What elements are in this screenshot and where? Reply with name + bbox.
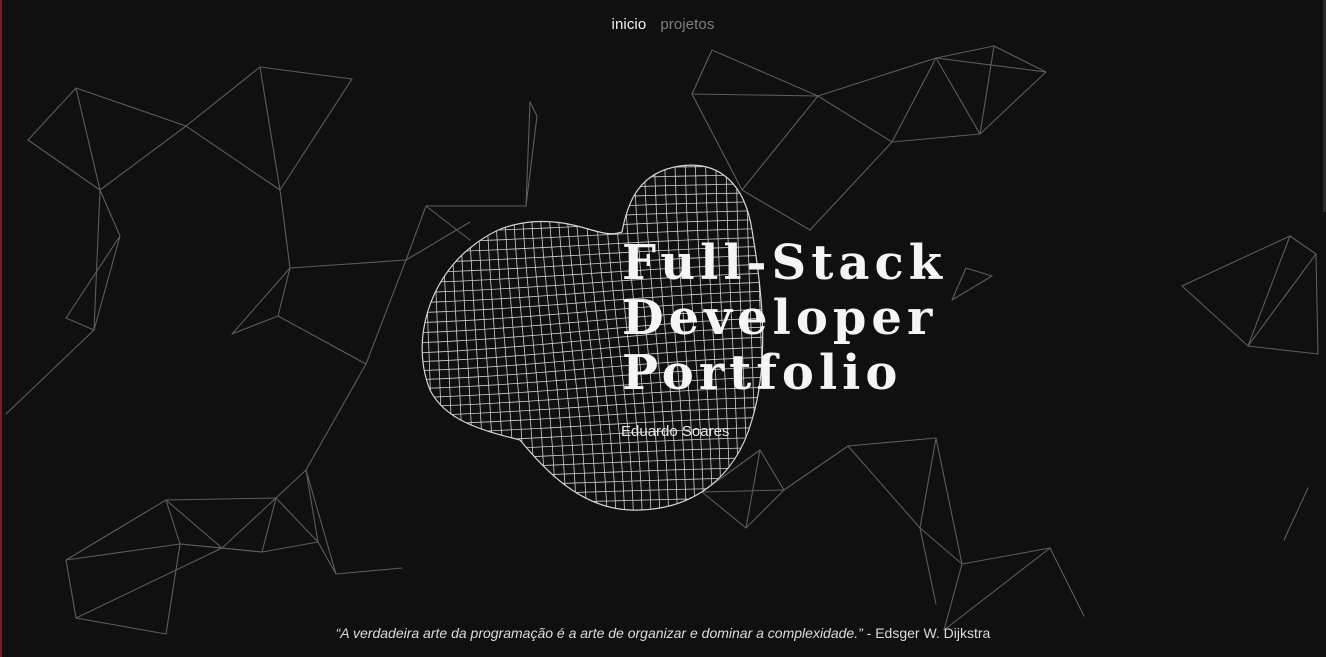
- mesh-line: [422, 456, 763, 470]
- mesh-line: [400, 148, 800, 153]
- mesh-line: [493, 165, 516, 511]
- mesh-line: [449, 165, 465, 511]
- hero-title-line-1: Full-Stack: [622, 235, 947, 291]
- hero-title-line-3: Portfolio: [622, 345, 903, 401]
- mesh-line: [422, 218, 763, 234]
- mesh-line: [440, 165, 455, 511]
- hero-title: Full-Stack Developer Portfolio: [622, 236, 947, 401]
- mesh-line: [422, 466, 763, 479]
- mesh-line: [501, 165, 527, 511]
- mesh-line: [423, 165, 434, 511]
- mesh-line: [475, 165, 496, 511]
- mesh-line: [422, 165, 763, 173]
- quote-attribution: - Edsger W. Dijkstra: [866, 625, 991, 641]
- mesh-line: [510, 165, 537, 511]
- mesh-line: [400, 157, 800, 163]
- mesh-line: [536, 165, 568, 511]
- mesh-line: [400, 528, 800, 533]
- mesh-line: [422, 183, 763, 193]
- mesh-line: [406, 150, 413, 530]
- mesh-line: [422, 174, 763, 183]
- mesh-line: [400, 518, 800, 524]
- nav-link-projetos[interactable]: projetos: [660, 16, 714, 33]
- mesh-line: [397, 150, 403, 530]
- mesh-line: [422, 476, 763, 488]
- mesh-line: [431, 165, 445, 511]
- mesh-line: [484, 165, 506, 511]
- top-nav: inicio projetos: [0, 16, 1326, 33]
- author-name: Eduardo Soares: [621, 423, 730, 440]
- nav-link-inicio[interactable]: inicio: [612, 16, 647, 33]
- hero-title-line-2: Developer: [622, 290, 938, 346]
- mesh-line: [422, 209, 763, 223]
- footer-quote: “A verdadeira arte da programação é a ar…: [0, 625, 1326, 641]
- mesh-line: [422, 487, 763, 497]
- mesh-line: [422, 507, 763, 511]
- mesh-line: [422, 426, 763, 444]
- quote-text: “A verdadeira arte da programação é a ar…: [335, 625, 863, 641]
